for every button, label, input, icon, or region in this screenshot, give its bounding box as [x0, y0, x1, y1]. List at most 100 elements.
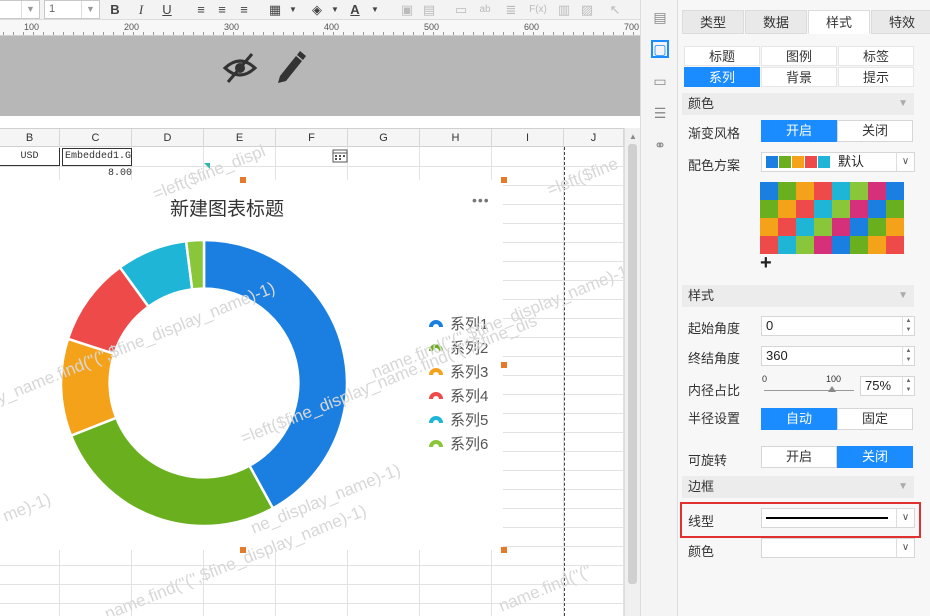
- palette-cell[interactable]: [886, 218, 904, 236]
- palette-cell[interactable]: [778, 182, 796, 200]
- resize-handle[interactable]: [501, 177, 507, 183]
- column-header-c[interactable]: C: [60, 129, 132, 147]
- palette-cell[interactable]: [850, 218, 868, 236]
- underline-button[interactable]: U: [158, 1, 176, 19]
- border-section-header[interactable]: 边框 ▼: [682, 476, 914, 498]
- palette-cell[interactable]: [760, 200, 778, 218]
- palette-cell[interactable]: [832, 236, 850, 254]
- column-header-g[interactable]: G: [348, 129, 420, 147]
- subtab-background[interactable]: 背景: [761, 67, 837, 87]
- chart-container[interactable]: 新建图表标题 ••• 系列1 系列2 系列3 系列4 系列5 系列6: [0, 180, 503, 550]
- border-icon[interactable]: ▦: [266, 1, 284, 19]
- add-color-button[interactable]: +: [760, 252, 772, 275]
- radius-fixed-button[interactable]: 固定: [837, 408, 913, 430]
- color-scheme-select[interactable]: 默认 ∨: [761, 152, 915, 172]
- inner-ratio-slider[interactable]: [764, 386, 854, 392]
- palette-cell[interactable]: [814, 236, 832, 254]
- cell-b[interactable]: USD: [0, 148, 60, 166]
- tab-type[interactable]: 类型: [682, 10, 744, 34]
- column-header-d[interactable]: D: [132, 129, 204, 147]
- chevron-down-icon[interactable]: ▼: [326, 1, 344, 19]
- scroll-up-icon[interactable]: ▲: [629, 132, 637, 141]
- style-section-header[interactable]: 样式 ▼: [682, 285, 914, 307]
- cell-attribute-icon[interactable]: ▤: [651, 8, 669, 26]
- palette-cell[interactable]: [850, 236, 868, 254]
- scrollbar-thumb[interactable]: [628, 144, 637, 584]
- legend-item[interactable]: 系列1: [428, 313, 488, 333]
- color-section-header[interactable]: 颜色 ▼: [682, 93, 914, 115]
- gradient-off-button[interactable]: 关闭: [837, 120, 913, 142]
- palette-cell[interactable]: [796, 200, 814, 218]
- spinner-icon[interactable]: ▲ ▼: [902, 317, 914, 335]
- align-left-icon[interactable]: ≡: [192, 1, 210, 19]
- radius-auto-button[interactable]: 自动: [761, 408, 837, 430]
- palette-cell[interactable]: [832, 182, 850, 200]
- eye-hidden-icon[interactable]: [222, 52, 258, 84]
- palette-cell[interactable]: [814, 182, 832, 200]
- paragraph-icon[interactable]: ≣: [502, 1, 520, 19]
- chart-icon[interactable]: ▥: [555, 1, 573, 19]
- slider-thumb[interactable]: [827, 386, 836, 392]
- link-icon[interactable]: ⚭: [651, 136, 669, 154]
- legend-item[interactable]: 系列4: [428, 385, 488, 405]
- palette-cell[interactable]: [796, 182, 814, 200]
- donut-slice-3[interactable]: [59, 337, 118, 438]
- column-header-j[interactable]: J: [564, 129, 624, 147]
- palette-cell[interactable]: [886, 200, 904, 218]
- gradient-on-button[interactable]: 开启: [761, 120, 837, 142]
- palette-cell[interactable]: [850, 200, 868, 218]
- palette-cell[interactable]: [868, 218, 886, 236]
- chevron-down-icon[interactable]: ▼: [284, 1, 302, 19]
- subtab-series[interactable]: 系列: [684, 67, 760, 87]
- palette-cell[interactable]: [760, 218, 778, 236]
- pencil-icon[interactable]: [274, 50, 306, 84]
- border-color-select[interactable]: ∨: [761, 538, 915, 558]
- chevron-down-icon[interactable]: ▼: [366, 1, 384, 19]
- subtab-legend[interactable]: 图例: [761, 46, 837, 66]
- palette-cell[interactable]: [832, 200, 850, 218]
- palette-cell[interactable]: [868, 236, 886, 254]
- donut-slice-2[interactable]: [69, 416, 275, 528]
- vertical-scrollbar[interactable]: ▲: [624, 128, 640, 616]
- column-header-h[interactable]: H: [420, 129, 492, 147]
- legend-item[interactable]: 系列3: [428, 361, 488, 381]
- fill-color-icon[interactable]: ◈: [308, 1, 326, 19]
- resize-handle[interactable]: [240, 177, 246, 183]
- donut-slice-1[interactable]: [202, 238, 349, 511]
- font-color-button[interactable]: A: [346, 1, 364, 19]
- italic-button[interactable]: I: [132, 1, 150, 19]
- column-header-b[interactable]: B: [0, 129, 60, 147]
- palette-cell[interactable]: [832, 218, 850, 236]
- spinner-icon[interactable]: ▲ ▼: [902, 347, 914, 365]
- rotate-on-button[interactable]: 开启: [761, 446, 837, 468]
- palette-cell[interactable]: [778, 200, 796, 218]
- end-angle-input[interactable]: 360 ▲ ▼: [761, 346, 915, 366]
- tab-effect[interactable]: 特效: [871, 10, 930, 34]
- table-icon[interactable]: ▤: [420, 1, 438, 19]
- resize-handle[interactable]: [501, 362, 507, 368]
- palette-cell[interactable]: [778, 236, 796, 254]
- subtab-tooltip[interactable]: 提示: [838, 67, 914, 87]
- column-header-e[interactable]: E: [204, 129, 276, 147]
- legend-item[interactable]: 系列5: [428, 409, 488, 429]
- resize-handle[interactable]: [501, 547, 507, 553]
- image-icon[interactable]: ▨: [578, 1, 596, 19]
- insert-icon[interactable]: ▭: [452, 1, 470, 19]
- align-right-icon[interactable]: ≡: [235, 1, 253, 19]
- widget-icon[interactable]: ▭: [651, 72, 669, 90]
- line-type-select[interactable]: ∨: [761, 508, 915, 528]
- palette-cell[interactable]: [796, 218, 814, 236]
- palette-cell[interactable]: [850, 182, 868, 200]
- palette-cell[interactable]: [886, 236, 904, 254]
- resize-handle[interactable]: [240, 547, 246, 553]
- tab-style[interactable]: 样式: [808, 10, 870, 34]
- merge-cells-icon[interactable]: ▣: [398, 1, 416, 19]
- font-family-select[interactable]: ▼: [0, 0, 40, 19]
- cell-c-row2[interactable]: 8.00: [96, 168, 132, 180]
- condition-icon[interactable]: ☰: [651, 104, 669, 122]
- rotate-off-button[interactable]: 关闭: [837, 446, 913, 468]
- bold-button[interactable]: B: [106, 1, 124, 19]
- color-palette[interactable]: [760, 182, 904, 254]
- subtab-label[interactable]: 标签: [838, 46, 914, 66]
- palette-cell[interactable]: [868, 200, 886, 218]
